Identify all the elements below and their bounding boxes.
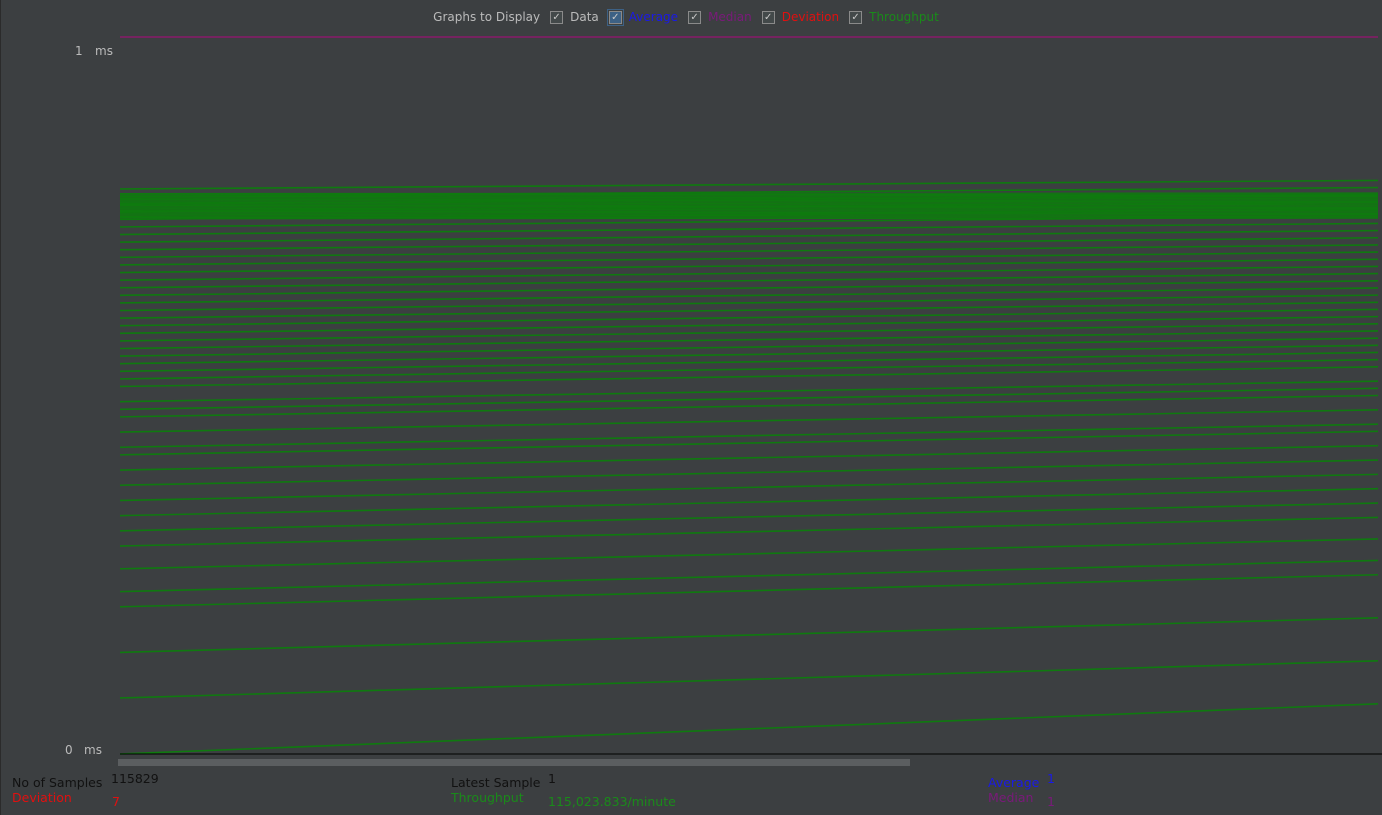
- throughput-line: [119, 204, 1379, 207]
- throughput-line: [119, 194, 1379, 197]
- y-axis-max-value: 1: [75, 44, 83, 58]
- checkbox-median-label: Median: [708, 10, 752, 24]
- deviation-label: Deviation: [12, 790, 72, 805]
- y-axis-min-unit: ms: [84, 743, 102, 757]
- throughput-label: Throughput: [451, 790, 524, 805]
- throughput-value: 115,023.833/minute: [548, 794, 676, 809]
- throughput-line: [119, 315, 1379, 335]
- check-icon[interactable]: ✓: [550, 10, 564, 24]
- throughput-line: [119, 210, 1379, 213]
- throughput-line: [119, 214, 1379, 216]
- checkbox-data-label: Data: [570, 10, 599, 24]
- throughput-line: [119, 330, 1379, 350]
- graph-toolbar: Graphs to Display ✓ Data ✓ Average ✓ Med…: [0, 0, 1382, 34]
- checkbox-average[interactable]: ✓ Average: [606, 8, 679, 26]
- throughput-line: [119, 287, 1379, 304]
- graphs-to-display-label: Graphs to Display: [433, 10, 541, 24]
- y-axis-max-unit: ms: [95, 44, 113, 58]
- throughput-line: [119, 573, 1379, 608]
- throughput-line: [119, 516, 1379, 547]
- throughput-line: [119, 444, 1379, 471]
- throughput-line: [119, 200, 1379, 203]
- throughput-line: [119, 209, 1379, 211]
- check-icon[interactable]: ✓: [688, 10, 702, 24]
- checkbox-deviation-label: Deviation: [781, 10, 840, 24]
- throughput-line: [119, 179, 1379, 190]
- throughput-line: [119, 208, 1379, 210]
- average-value: 1: [1047, 771, 1055, 786]
- throughput-line: [119, 202, 1379, 204]
- throughput-line: [119, 216, 1379, 219]
- throughput-line: [119, 487, 1379, 517]
- samples-value: 115829: [111, 771, 159, 786]
- median-label: Median: [988, 790, 1034, 805]
- latest-sample-value: 1: [548, 771, 556, 786]
- y-axis-min-value: 0: [65, 743, 73, 757]
- samples-label: No of Samples: [12, 775, 103, 790]
- throughput-line: [119, 205, 1379, 208]
- throughput-line: [119, 192, 1379, 195]
- throughput-line: [119, 211, 1379, 214]
- response-time-graph: [119, 36, 1382, 755]
- throughput-line: [119, 337, 1379, 357]
- throughput-line: [119, 212, 1379, 215]
- throughput-line: [119, 502, 1379, 532]
- throughput-line: [119, 344, 1379, 365]
- checkbox-throughput[interactable]: ✓ Throughput: [849, 10, 939, 24]
- latest-sample-label: Latest Sample: [451, 775, 541, 790]
- throughput-line: [119, 294, 1379, 312]
- checkbox-average-label: Average: [628, 10, 679, 24]
- checkbox-throughput-label: Throughput: [869, 10, 939, 24]
- check-icon[interactable]: ✓: [606, 8, 624, 26]
- average-label: Average: [988, 775, 1040, 790]
- throughput-line: [119, 659, 1379, 699]
- throughput-line: [119, 206, 1379, 209]
- throughput-line: [119, 258, 1379, 274]
- throughput-line: [119, 265, 1379, 281]
- checkbox-deviation[interactable]: ✓ Deviation: [761, 10, 840, 24]
- throughput-line: [119, 217, 1379, 220]
- throughput-line: [119, 703, 1379, 755]
- throughput-line: [119, 198, 1379, 201]
- checkbox-median[interactable]: ✓ Median: [688, 10, 752, 24]
- throughput-line: [119, 323, 1379, 342]
- throughput-line: [119, 193, 1379, 196]
- throughput-line: [119, 616, 1379, 654]
- throughput-line: [119, 473, 1379, 502]
- scrollbar-thumb[interactable]: [118, 759, 910, 766]
- check-icon[interactable]: ✓: [849, 10, 863, 24]
- throughput-line: [119, 251, 1379, 266]
- throughput-line: [119, 215, 1379, 217]
- throughput-line: [119, 308, 1379, 327]
- throughput-line: [119, 272, 1379, 289]
- checkbox-data[interactable]: ✓ Data: [550, 10, 599, 24]
- throughput-line: [119, 459, 1379, 487]
- throughput-line: [119, 203, 1379, 205]
- throughput-line: [119, 199, 1379, 202]
- throughput-line: [119, 197, 1379, 199]
- throughput-line: [119, 196, 1379, 198]
- median-value: 1: [1047, 794, 1055, 809]
- check-icon[interactable]: ✓: [761, 10, 775, 24]
- throughput-line: [119, 279, 1379, 297]
- deviation-value: 7: [112, 794, 120, 809]
- throughput-line: [119, 236, 1379, 251]
- throughput-line: [119, 301, 1379, 319]
- throughput-line: [119, 244, 1379, 259]
